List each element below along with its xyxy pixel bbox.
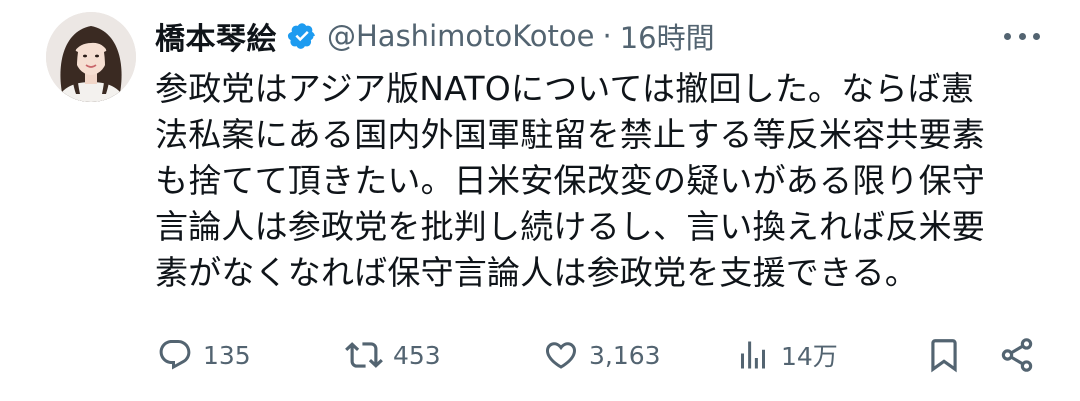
heart-icon xyxy=(543,337,579,373)
share-icon xyxy=(998,336,1036,374)
bookmark-icon xyxy=(925,336,963,374)
more-icon[interactable] xyxy=(1004,22,1040,50)
views-count: 14万 xyxy=(781,342,838,371)
avatar-image xyxy=(46,12,136,102)
more-dot xyxy=(1004,32,1011,40)
like-button[interactable]: 3,163 xyxy=(543,330,661,380)
like-count: 3,163 xyxy=(589,340,661,370)
reply-count: 135 xyxy=(203,340,251,370)
more-dot xyxy=(1033,32,1040,40)
tweet-text-line: 法私案にある国内外国軍駐留を禁止する等反米容共要素 xyxy=(155,115,985,154)
reply-button[interactable]: 135 xyxy=(157,330,251,380)
verified-badge-icon xyxy=(287,21,317,51)
tweet-text: 参政党はアジア版NATOについては撤回した。ならば憲 法私案にある国内外国軍駐留… xyxy=(155,66,1035,296)
retweet-icon xyxy=(345,336,383,374)
bookmark-button[interactable] xyxy=(925,330,963,380)
action-bar: 135 453 3,163 14万 xyxy=(0,330,1080,380)
tweet-header: 橋本琴絵 @HashimotoKotoe · 16時間 xyxy=(155,12,715,60)
author-handle[interactable]: @HashimotoKotoe xyxy=(327,19,595,53)
views-icon xyxy=(735,337,771,373)
reply-icon xyxy=(157,337,193,373)
retweet-button[interactable]: 453 xyxy=(345,330,441,380)
share-button[interactable] xyxy=(998,330,1036,380)
separator-dot: · xyxy=(602,19,612,53)
tweet-time[interactable]: 16時間 xyxy=(620,15,715,57)
tweet-text-line: 言論人は参政党を批判し続けるし、言い換えれば反米要 xyxy=(155,207,985,246)
tweet[interactable]: 橋本琴絵 @HashimotoKotoe · 16時間 参政党はアジア版NATO… xyxy=(0,0,1080,401)
views-button[interactable]: 14万 xyxy=(735,330,838,380)
avatar[interactable] xyxy=(46,12,136,102)
tweet-text-line: 素がなくなれば保守言論人は参政党を支援できる。 xyxy=(155,253,918,292)
more-dot xyxy=(1018,32,1026,40)
display-name[interactable]: 橋本琴絵 xyxy=(155,14,277,58)
tweet-text-line: 参政党はアジア版NATOについては撤回した。ならば憲 xyxy=(155,69,975,108)
tweet-text-line: も捨てて頂きたい。日米安保改変の疑いがある限り保守 xyxy=(155,161,985,200)
retweet-count: 453 xyxy=(393,340,441,370)
